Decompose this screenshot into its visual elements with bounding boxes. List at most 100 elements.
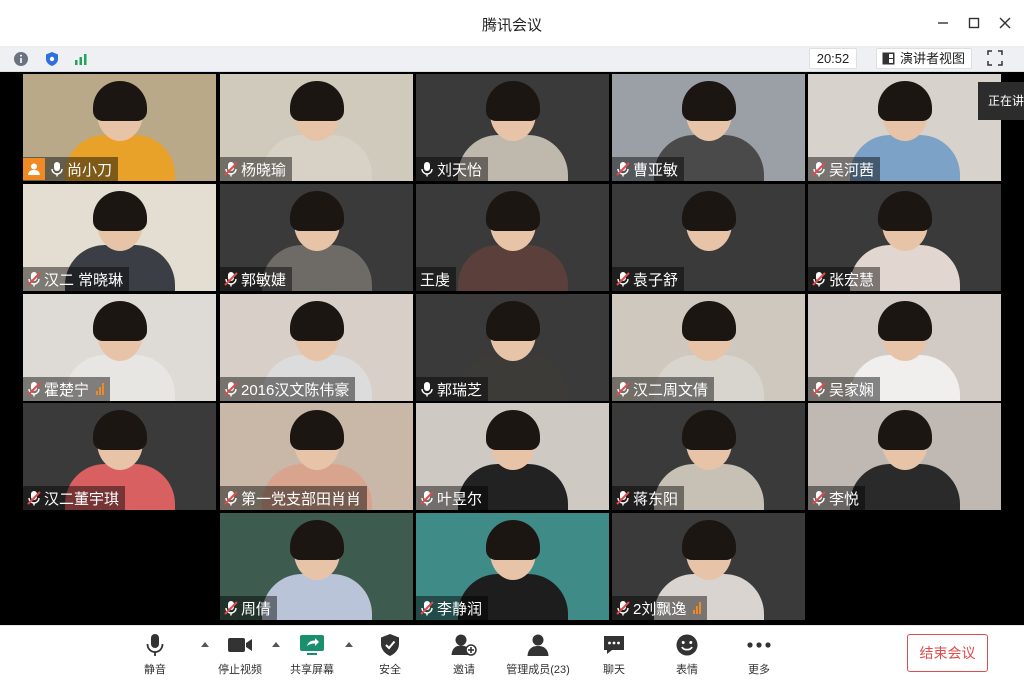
mute-button[interactable]: 静音 [137,632,173,678]
video-tile[interactable]: 尚小刀 [23,74,216,181]
participant-nameplate: 刘天怡 [416,157,489,181]
participant-nameplate: 尚小刀 [23,157,119,181]
muted-microphone-icon [224,161,238,177]
video-tile[interactable]: 霍楚宁 [23,294,216,401]
more-dots-icon [746,632,772,658]
muted-microphone-icon [224,271,238,287]
participant-name: 杨晓瑜 [241,161,287,179]
window-title: 腾讯会议 [481,17,542,34]
participant-nameplate: 郭瑞芝 [416,377,489,401]
video-tile[interactable]: 张宏慧 [808,184,1001,291]
video-tile[interactable]: 郭敏婕 [220,184,413,291]
participant-video-figure [261,520,372,620]
participant-nameplate: 第一党支部田肖肖 [220,486,368,510]
video-tile[interactable]: 汉二 常晓琳 [23,184,216,291]
muted-microphone-icon [812,490,826,506]
muted-microphone-icon [420,600,434,616]
video-tile[interactable]: 汉二周文倩 [612,294,805,401]
video-tile[interactable]: 第一党支部田肖肖 [220,403,413,510]
participant-nameplate: 郭敏婕 [220,267,293,291]
participant-name: 第一党支部田肖肖 [241,490,362,508]
speaking-indicator-tab[interactable]: 正在讲 [978,82,1024,120]
stop-video-button[interactable]: 停止视频 [215,632,265,678]
maximize-icon[interactable] [963,12,985,34]
participant-name: 王虔 [420,271,451,289]
video-tile[interactable]: 吴河茜 [808,74,1001,181]
participant-name: 郭瑞芝 [437,381,483,399]
end-meeting-button[interactable]: 结束会议 [907,634,988,672]
invite-label: 邀请 [453,664,475,676]
manage-members-button[interactable]: 管理成员(23) [500,632,576,678]
chat-button[interactable]: 聊天 [596,632,632,678]
network-signal-icon[interactable] [72,50,90,68]
participant-nameplate: 蒋东阳 [612,486,685,510]
muted-microphone-icon [812,271,826,287]
muted-microphone-icon [616,161,630,177]
participant-name: 李悦 [829,490,860,508]
info-icon[interactable] [12,50,30,68]
manage-members-label: 管理成员(23) [506,664,570,676]
share-screen-label: 共享屏幕 [290,664,334,676]
chat-bubble-icon [601,632,627,658]
video-gallery: 尚小刀 杨晓瑜 刘天怡 曹亚敏 吴河茜汉二 常晓琳 郭敏婕 王虔 袁子舒 张宏慧霍楚宁 2016汉… [0,72,1024,625]
video-tile[interactable]: 王虔 [416,184,609,291]
video-tile[interactable]: 蒋东阳 [612,403,805,510]
reactions-label: 表情 [676,664,698,676]
video-tile[interactable]: 汉二董宇琪 [23,403,216,510]
reactions-button[interactable]: 表情 [669,632,705,678]
video-options-chevron-icon[interactable] [271,640,281,650]
video-tile[interactable]: 刘天怡 [416,74,609,181]
participant-nameplate: 2刘飘逸 [612,596,708,620]
video-tile[interactable]: 杨晓瑜 [220,74,413,181]
video-tile[interactable]: 李悦 [808,403,1001,510]
share-screen-icon [299,632,325,658]
participant-nameplate: 张宏慧 [808,267,881,291]
muted-microphone-icon [616,600,630,616]
share-screen-button[interactable]: 共享屏幕 [287,632,337,678]
participant-name: 张宏慧 [829,271,875,289]
participant-nameplate: 王虔 [416,267,457,291]
invite-button[interactable]: 邀请 [446,632,482,678]
video-tile[interactable]: 李静润 [416,513,609,620]
weak-signal-icon [96,383,105,395]
members-icon [525,632,551,658]
participant-nameplate: 叶昱尔 [416,486,489,510]
participant-name: 汉二董宇琪 [44,490,120,508]
participant-name: 汉二周文倩 [633,381,709,399]
video-tile[interactable]: 袁子舒 [612,184,805,291]
participant-name: 郭敏婕 [241,271,287,289]
muted-microphone-icon [812,161,826,177]
muted-microphone-icon [616,490,630,506]
chat-label: 聊天 [603,664,625,676]
video-camera-icon [227,632,253,658]
speaker-view-button[interactable]: 演讲者视图 [876,48,973,69]
add-user-icon [451,632,477,658]
participant-name: 吴家娴 [829,381,875,399]
security-button[interactable]: 安全 [372,632,408,678]
weak-signal-icon [693,602,702,614]
meeting-info-bar: 20:52 演讲者视图 [0,46,1024,72]
fullscreen-icon[interactable] [986,49,1006,69]
muted-microphone-icon [420,490,434,506]
close-icon[interactable] [994,12,1016,34]
mute-label: 静音 [144,664,166,676]
more-label: 更多 [748,664,770,676]
mute-options-chevron-icon[interactable] [200,640,210,650]
microphone-icon [50,161,64,177]
shield-icon[interactable] [43,50,61,68]
participant-name: 尚小刀 [67,161,113,179]
participant-video-figure [849,410,960,510]
bottom-toolbar: 静音 停止视频 共享屏幕 安全 邀请 管理成员(23) 聊天 表情 更多 结束会… [0,625,1024,682]
video-tile[interactable]: 叶昱尔 [416,403,609,510]
video-tile[interactable]: 2016汉文陈伟豪 [220,294,413,401]
video-tile[interactable]: 吴家娴 [808,294,1001,401]
muted-microphone-icon [812,381,826,397]
video-tile[interactable]: 曹亚敏 [612,74,805,181]
video-tile[interactable]: 2刘飘逸 [612,513,805,620]
share-options-chevron-icon[interactable] [344,640,354,650]
video-tile[interactable]: 周倩 [220,513,413,620]
minimize-icon[interactable] [932,12,954,34]
video-tile[interactable]: 郭瑞芝 [416,294,609,401]
more-button[interactable]: 更多 [741,632,777,678]
participant-nameplate: 曹亚敏 [612,157,685,181]
